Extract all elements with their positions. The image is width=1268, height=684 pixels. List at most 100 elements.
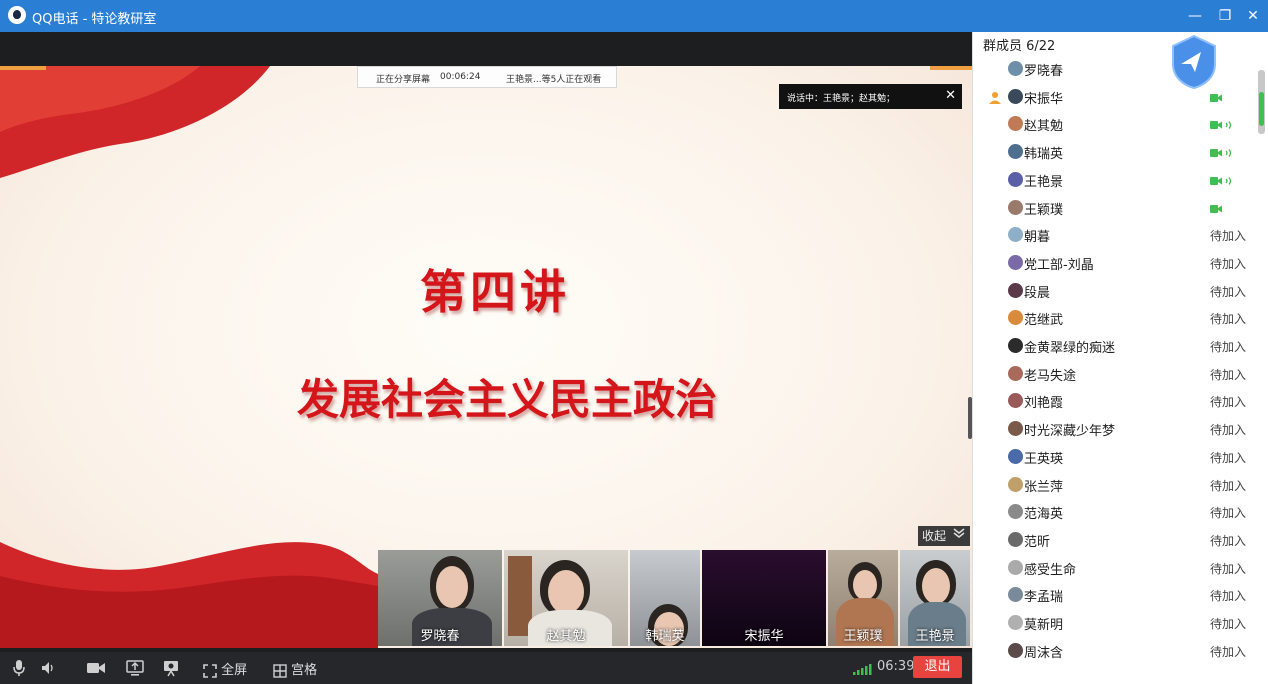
member-name: 金黄翠绿的痴迷 [1024,341,1116,356]
video-thumbnail[interactable]: 王艳景 [900,550,970,646]
video-camera-icon[interactable] [86,659,106,677]
video-thumbnail[interactable]: 赵其勉 [504,550,628,646]
member-row[interactable]: 罗晓春 [973,55,1259,82]
member-row[interactable]: 范昕 待加入 [973,526,1259,553]
restore-button[interactable]: ❐ [1212,4,1238,28]
member-row[interactable]: 范继武 待加入 [973,304,1259,331]
member-row[interactable]: 王颖璞 [973,194,1259,221]
avatar [1008,116,1023,132]
exit-call-button[interactable]: 退出 [913,656,962,678]
member-list-scrollbar[interactable] [1258,70,1265,134]
avatar [1008,559,1023,575]
title-bar: QQ电话 - 特论教研室 — ❐ ✕ [0,0,1268,32]
video-thumbnail[interactable]: 宋振华 [702,550,826,646]
thumbnail-name: 宋振华 [744,629,784,644]
member-status: 待加入 [1210,367,1247,382]
member-name: 罗晓春 [1024,64,1064,79]
member-row[interactable]: 王英瑛 待加入 [973,443,1259,470]
member-row[interactable]: 韩瑞英 [973,138,1259,165]
avatar [1008,393,1023,409]
member-name: 范继武 [1024,313,1064,329]
avatar [1008,338,1023,353]
fullscreen-button[interactable]: 全屏 [203,659,247,678]
member-status: 待加入 [1210,561,1247,576]
member-name: 宋振华 [1024,91,1064,107]
share-viewers: 王艳景...等5人正在观看 [506,75,602,85]
video-thumbnail[interactable]: 王颖璞 [828,550,898,646]
member-row[interactable]: 刘艳霞 待加入 [973,387,1259,414]
thumbnail-name: 王艳景 [915,629,955,644]
member-row[interactable]: 段晨 待加入 [973,277,1259,304]
avatar [1008,254,1023,270]
speaking-indicator: 说话中：王艳景；赵其勉； ✕ [779,84,962,109]
video-thumbnail[interactable]: 韩瑞英 [630,550,700,646]
close-button[interactable]: ✕ [1240,4,1266,28]
grid-icon [273,663,287,678]
member-status: 待加入 [1210,340,1247,354]
member-name: 王艳景 [1024,174,1064,190]
avatar [1008,504,1023,520]
avatar [1008,144,1023,160]
slide-lecture-title: 发展社会主义民主政治 [296,375,717,424]
member-name: 范昕 [1024,534,1051,550]
member-row[interactable]: 周沫含 待加入 [973,637,1259,664]
presenter-icon[interactable] [162,659,180,677]
member-row[interactable]: 朝暮 待加入 [973,221,1259,248]
avatar [1008,365,1023,381]
member-name: 韩瑞英 [1024,147,1064,163]
microphone-icon[interactable] [12,659,26,677]
member-row[interactable]: 赵其勉 [973,110,1259,137]
video-camera-icon [1210,93,1222,102]
signal-strength-icon [853,664,872,675]
member-row[interactable]: 时光深藏少年梦 待加入 [973,415,1259,442]
member-row[interactable]: 李孟瑞 待加入 [973,581,1259,608]
grid-view-button[interactable]: 宫格 [273,659,317,678]
share-elapsed-time: 00:06:24 [440,72,481,82]
member-name: 感受生命 [1024,562,1077,578]
member-status: 待加入 [1210,617,1247,631]
member-name: 党工部-刘晶 [1024,257,1094,273]
screen-share-icon[interactable] [126,659,144,677]
share-status: 正在分享屏幕 [376,75,431,85]
member-name: 老马失途 [1024,368,1077,384]
member-row[interactable]: 宋振华 [973,83,1259,110]
avatar [1008,476,1023,492]
video-thumbnail[interactable]: 罗晓春 [378,550,502,646]
thumbnail-name: 赵其勉 [546,629,586,644]
member-status: 待加入 [1210,256,1247,271]
avatar [1008,227,1023,243]
speaking-close-icon[interactable]: ✕ [945,88,956,103]
member-row[interactable]: 范海英 待加入 [973,498,1259,525]
member-name: 赵其勉 [1024,119,1064,135]
member-row[interactable]: 老马失途 待加入 [973,360,1259,387]
fullscreen-icon [203,663,217,678]
thumbnail-name: 王颖璞 [843,629,883,644]
avatar [1008,587,1023,603]
member-row[interactable]: 金黄翠绿的痴迷 待加入 [973,332,1259,359]
member-panel: 群成员 6/22 罗晓春 宋振华 赵其勉 韩瑞英 王艳景 王颖璞 朝暮 待加入 党工部-刘晶 待加… [972,32,1268,684]
qq-penguin-icon [8,6,26,24]
speaker-icon[interactable] [40,659,56,677]
collapse-thumbnails-button[interactable]: 收起 [918,526,970,546]
avatar [1008,199,1023,215]
slide-lecture-number: 第四讲 [420,265,570,319]
avatar [1008,421,1023,437]
avatar [1008,615,1023,630]
avatar [1008,61,1023,76]
avatar [1008,88,1023,104]
member-row[interactable]: 党工部-刘晶 待加入 [973,249,1259,276]
member-status: 待加入 [1210,478,1247,493]
member-name: 周沫含 [1024,645,1064,661]
member-row[interactable]: 感受生命 待加入 [973,554,1259,581]
video-camera-icon [1210,121,1232,130]
call-toolbar: 全屏 宫格 06:39 退出 [0,652,972,684]
thumbnail-name: 罗晓春 [420,629,460,644]
member-status: 待加入 [1210,395,1247,410]
member-name: 段晨 [1024,285,1051,301]
member-row[interactable]: 王艳景 [973,166,1259,193]
member-row[interactable]: 莫新明 待加入 [973,609,1259,636]
avatar [1008,171,1023,187]
minimize-button[interactable]: — [1182,4,1208,28]
member-name: 刘艳霞 [1024,396,1064,412]
member-row[interactable]: 张兰萍 待加入 [973,471,1259,498]
